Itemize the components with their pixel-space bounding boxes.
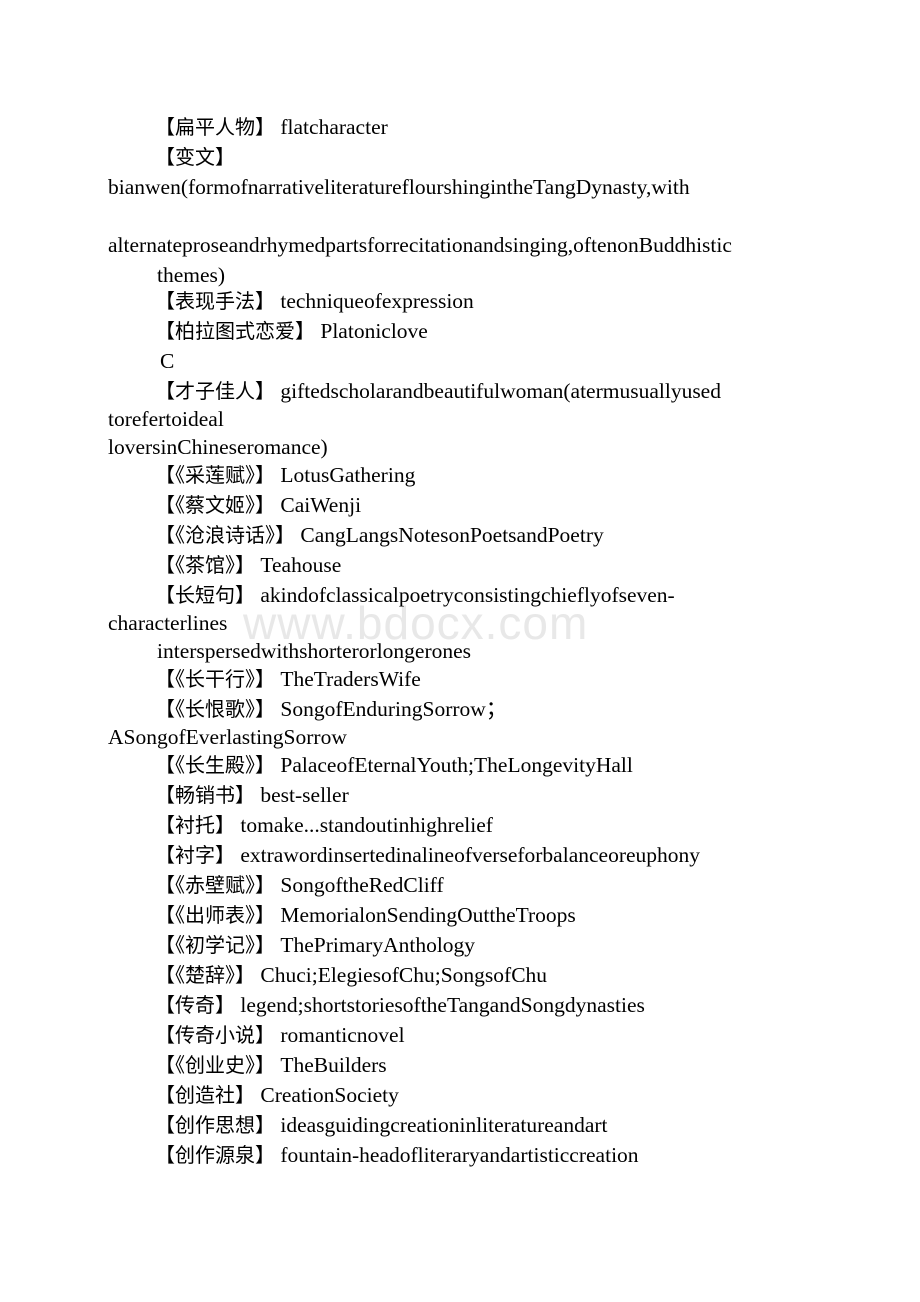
term-definition: flatcharacter (275, 115, 388, 139)
term-definition: alternateproseandrhymedpartsforrecitatio… (108, 233, 732, 257)
term-definition: characterlines (108, 611, 228, 635)
text-line: 【长短句】 akindofclassicalpoetryconsistingch… (155, 580, 675, 610)
term-definition: fountain-headofliteraryandartisticcreati… (275, 1143, 639, 1167)
term-definition: legend;shortstoriesoftheTangandSongdynas… (235, 993, 645, 1017)
text-line: 【《赤壁赋》】 SongoftheRedCliff (155, 870, 444, 900)
term-headword: 【《采莲赋》】 (155, 463, 275, 487)
term-definition: romanticnovel (275, 1023, 405, 1047)
text-line: 【《长生殿》】 PalaceofEternalYouth;TheLongevit… (155, 750, 633, 780)
term-definition: ASongofEverlastingSorrow (108, 725, 347, 749)
text-line: 【《采莲赋》】 LotusGathering (155, 460, 415, 490)
term-definition: ideasguidingcreationinliteratureandart (275, 1113, 608, 1137)
text-line: ASongofEverlastingSorrow (108, 722, 347, 752)
term-definition: extrawordinsertedinalineofverseforbalanc… (235, 843, 701, 867)
term-headword: 【衬字】 (155, 843, 235, 867)
text-line: 【《楚辞》】 Chuci;ElegiesofChu;SongsofChu (155, 960, 547, 990)
text-line: C (160, 346, 174, 376)
text-line: 【《创业史》】 TheBuilders (155, 1050, 387, 1080)
term-headword: 【《茶馆》】 (155, 553, 255, 577)
term-definition: Teahouse (255, 553, 342, 577)
document-page: www.bdocx.com 【扁平人物】 flatcharacter 【变文】 bi… (0, 0, 920, 1302)
term-headword: 【《赤壁赋》】 (155, 873, 275, 897)
term-definition: MemorialonSendingOuttheTroops (275, 903, 576, 927)
text-line: 【表现手法】 techniqueofexpression (155, 286, 474, 316)
text-line: alternateproseandrhymedpartsforrecitatio… (108, 230, 732, 260)
text-line: 【《蔡文姬》】 CaiWenji (155, 490, 361, 520)
term-headword: 【《长干行》】 (155, 667, 275, 691)
term-headword: 【创作思想】 (155, 1113, 275, 1137)
text-line: torefertoideal (108, 404, 224, 434)
term-headword: 【长短句】 (155, 583, 255, 607)
term-definition: SongofEnduringSorrow； (275, 697, 508, 721)
text-line: 【畅销书】 best-seller (155, 780, 349, 810)
text-line: 【《初学记》】 ThePrimaryAnthology (155, 930, 475, 960)
term-headword: 【《出师表》】 (155, 903, 275, 927)
term-definition: bianwen(formofnarrativeliteraturefloursh… (108, 175, 690, 199)
text-line: 【变文】 (155, 142, 235, 172)
term-headword: 【《楚辞》】 (155, 963, 255, 987)
text-line: 【衬字】 extrawordinsertedinalineofverseforb… (155, 840, 700, 870)
term-definition: tomake...standoutinhighrelief (235, 813, 493, 837)
term-headword: 【《长恨歌》】 (155, 697, 275, 721)
term-headword: 【《创业史》】 (155, 1053, 275, 1077)
term-definition: CaiWenji (275, 493, 362, 517)
text-line: interspersedwithshorterorlongerones (157, 636, 471, 666)
term-headword: 【创造社】 (155, 1083, 255, 1107)
term-definition: PalaceofEternalYouth;TheLongevityHall (275, 753, 633, 777)
text-line: 【传奇】 legend;shortstoriesoftheTangandSong… (155, 990, 645, 1020)
term-headword: 【传奇小说】 (155, 1023, 275, 1047)
text-line: 【《长恨歌》】 SongofEnduringSorrow； (155, 694, 507, 724)
text-line: 【柏拉图式恋爱】 Platoniclove (155, 316, 428, 346)
text-line: bianwen(formofnarrativeliteraturefloursh… (108, 172, 690, 202)
term-headword: 【《沧浪诗话》】 (155, 523, 295, 547)
term-definition: akindofclassicalpoetryconsistingchieflyo… (255, 583, 675, 607)
text-line: 【衬托】 tomake...standoutinhighrelief (155, 810, 493, 840)
term-headword: 【畅销书】 (155, 783, 255, 807)
term-definition: ThePrimaryAnthology (275, 933, 476, 957)
term-definition: best-seller (255, 783, 349, 807)
term-headword: 【《长生殿》】 (155, 753, 275, 777)
text-line: 【《长干行》】 TheTradersWife (155, 664, 421, 694)
text-line: 【创作思想】 ideasguidingcreationinliteraturea… (155, 1110, 608, 1140)
text-line: loversinChineseromance) (108, 432, 328, 462)
term-headword: 【才子佳人】 (155, 379, 275, 403)
text-line: 【传奇小说】 romanticnovel (155, 1020, 405, 1050)
term-headword: 【《蔡文姬》】 (155, 493, 275, 517)
term-headword: 【创作源泉】 (155, 1143, 275, 1167)
term-definition: TheTradersWife (275, 667, 421, 691)
term-definition: TheBuilders (275, 1053, 387, 1077)
term-definition: giftedscholarandbeautifulwoman(atermusua… (275, 379, 721, 403)
term-definition: Platoniclove (315, 319, 428, 343)
text-line: 【《茶馆》】 Teahouse (155, 550, 341, 580)
term-definition: loversinChineseromance) (108, 435, 328, 459)
term-definition: SongoftheRedCliff (275, 873, 444, 897)
term-headword: 【扁平人物】 (155, 115, 275, 139)
text-line: 【《沧浪诗话》】 CangLangsNotesonPoetsandPoetry (155, 520, 604, 550)
text-line: 【创造社】 CreationSociety (155, 1080, 399, 1110)
term-definition: Chuci;ElegiesofChu;SongsofChu (255, 963, 548, 987)
term-headword: 【柏拉图式恋爱】 (155, 319, 315, 343)
term-headword: 【传奇】 (155, 993, 235, 1017)
term-definition: interspersedwithshorterorlongerones (157, 639, 472, 663)
term-headword: 【衬托】 (155, 813, 235, 837)
text-line: 【《出师表》】 MemorialonSendingOuttheTroops (155, 900, 576, 930)
term-definition: CangLangsNotesonPoetsandPoetry (295, 523, 604, 547)
term-definition: CreationSociety (255, 1083, 399, 1107)
term-definition: themes) (157, 263, 226, 287)
text-line: characterlines (108, 608, 227, 638)
term-headword: 【变文】 (155, 145, 235, 169)
term-definition: torefertoideal (108, 407, 224, 431)
text-line: 【才子佳人】 giftedscholarandbeautifulwoman(at… (155, 376, 721, 406)
term-headword: 【《初学记》】 (155, 933, 275, 957)
term-definition: C (160, 349, 175, 373)
text-line: 【扁平人物】 flatcharacter (155, 112, 388, 142)
term-headword: 【表现手法】 (155, 289, 275, 313)
term-definition: techniqueofexpression (275, 289, 474, 313)
term-definition: LotusGathering (275, 463, 416, 487)
text-line: 【创作源泉】 fountain-headofliteraryandartisti… (155, 1140, 639, 1170)
